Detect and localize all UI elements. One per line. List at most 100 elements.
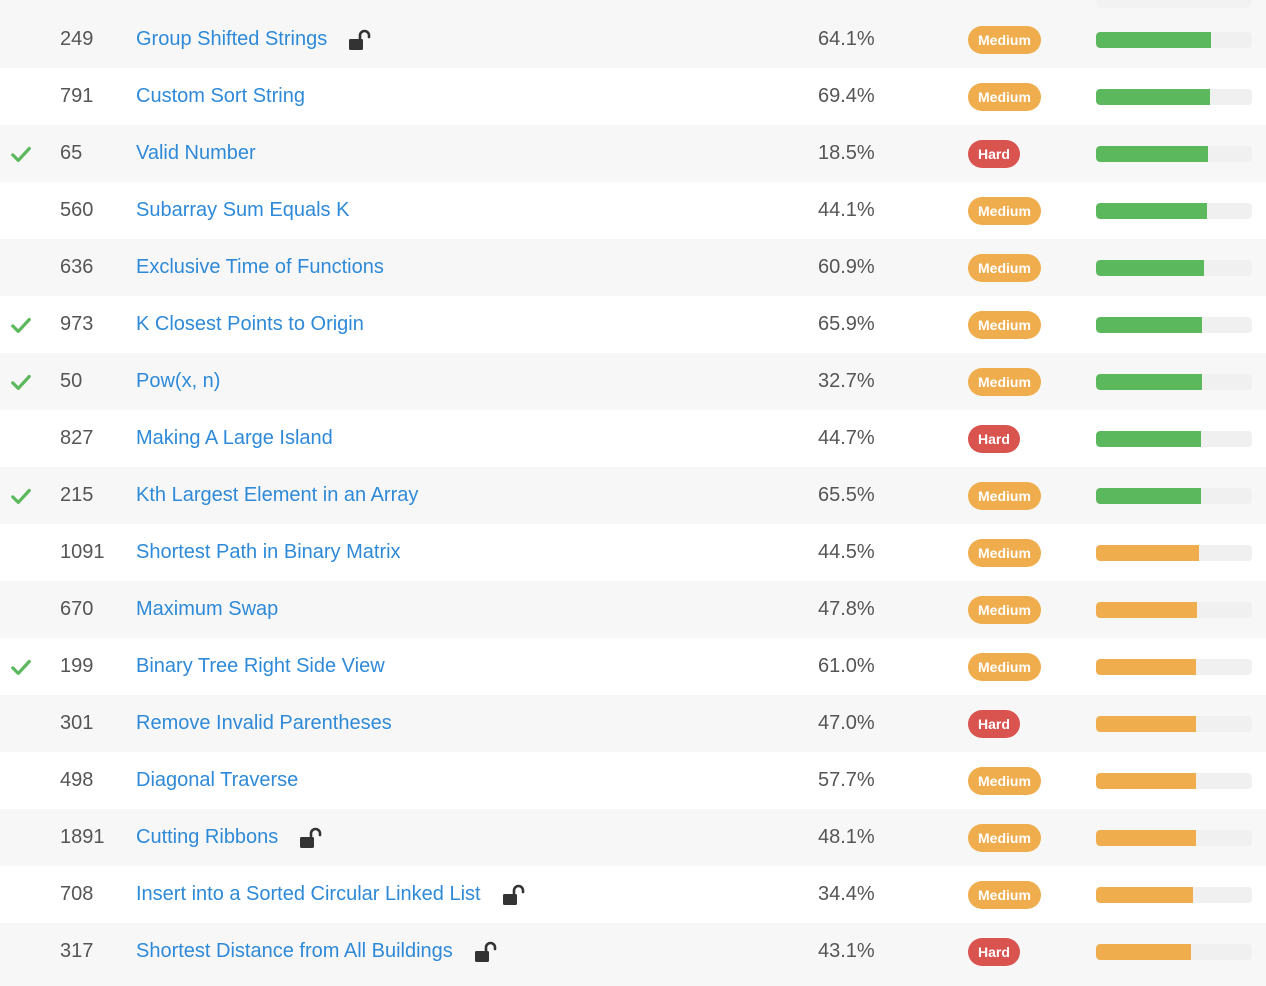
status-cell	[10, 125, 36, 182]
problem-title-link[interactable]: Diagonal Traverse	[136, 769, 298, 792]
frequency-bar-fill	[1096, 943, 1191, 960]
acceptance-rate: 65.9%	[818, 313, 875, 335]
status-cell	[10, 695, 36, 752]
title-cell: Valid Number	[136, 125, 256, 182]
acceptance-rate: 47.0%	[818, 712, 875, 734]
title-cell: Exclusive Time of Functions	[136, 239, 384, 296]
title-cell: Kth Largest Element in an Array	[136, 467, 418, 524]
problem-title-link[interactable]: Group Shifted Strings	[136, 28, 327, 51]
difficulty-cell: Medium	[968, 182, 1041, 239]
frequency-cell	[1096, 695, 1252, 752]
acceptance-rate: 18.5%	[818, 142, 875, 164]
frequency-bar	[1096, 886, 1252, 903]
title-cell: K Closest Points to Origin	[136, 296, 364, 353]
problem-title-link[interactable]: Shortest Distance from All Buildings	[136, 940, 453, 963]
title-cell: Group Shifted Strings	[136, 11, 371, 68]
acceptance-rate: 44.1%	[818, 199, 875, 221]
difficulty-badge: Medium	[968, 880, 1041, 909]
title-cell: Maximum Swap	[136, 581, 278, 638]
frequency-bar-fill	[1096, 487, 1201, 504]
frequency-cell	[1096, 638, 1252, 695]
acceptance-rate: 57.7%	[818, 769, 875, 791]
problem-title-link[interactable]: Subarray Sum Equals K	[136, 199, 349, 222]
acceptance-rate: 34.4%	[818, 883, 875, 905]
frequency-bar	[1096, 487, 1252, 504]
unlock-icon	[474, 941, 497, 962]
frequency-cell	[1096, 467, 1252, 524]
status-cell	[10, 239, 36, 296]
status-cell	[10, 923, 36, 980]
frequency-bar-fill	[1096, 31, 1211, 48]
acceptance-rate: 64.1%	[818, 28, 875, 50]
difficulty-badge: Medium	[968, 766, 1041, 795]
previous-row-frequency-bar	[1096, 0, 1252, 8]
problem-title-link[interactable]: Custom Sort String	[136, 85, 305, 108]
frequency-bar	[1096, 316, 1252, 333]
frequency-bar	[1096, 658, 1252, 675]
difficulty-cell: Medium	[968, 809, 1041, 866]
status-cell	[10, 752, 36, 809]
problem-title-link[interactable]: Valid Number	[136, 142, 256, 165]
difficulty-badge: Medium	[968, 310, 1041, 339]
status-cell	[10, 809, 36, 866]
status-cell	[10, 638, 36, 695]
problem-title-link[interactable]: Exclusive Time of Functions	[136, 256, 384, 279]
checkmark-icon	[11, 659, 31, 675]
problem-id: 50	[60, 370, 83, 392]
difficulty-badge: Hard	[968, 709, 1020, 738]
difficulty-cell: Medium	[968, 467, 1041, 524]
problem-title-link[interactable]: Kth Largest Element in an Array	[136, 484, 418, 507]
next-row-edge	[0, 977, 1266, 986]
frequency-cell	[1096, 923, 1252, 980]
problem-title-link[interactable]: Pow(x, n)	[136, 370, 220, 393]
difficulty-badge: Hard	[968, 139, 1020, 168]
difficulty-badge: Medium	[968, 253, 1041, 282]
frequency-bar	[1096, 202, 1252, 219]
problem-title-link[interactable]: Cutting Ribbons	[136, 826, 278, 849]
table-row: 1091 Shortest Path in Binary Matrix 44.5% M…	[0, 524, 1266, 581]
difficulty-cell: Hard	[968, 125, 1020, 182]
frequency-bar	[1096, 88, 1252, 105]
problem-title-link[interactable]: Shortest Path in Binary Matrix	[136, 541, 401, 564]
frequency-bar	[1096, 31, 1252, 48]
acceptance-rate: 43.1%	[818, 940, 875, 962]
title-cell: Diagonal Traverse	[136, 752, 298, 809]
problem-title-link[interactable]: Making A Large Island	[136, 427, 333, 450]
difficulty-cell: Hard	[968, 923, 1020, 980]
difficulty-cell: Medium	[968, 638, 1041, 695]
difficulty-cell: Medium	[968, 296, 1041, 353]
difficulty-badge: Medium	[968, 196, 1041, 225]
checkmark-icon	[11, 317, 31, 333]
difficulty-cell: Medium	[968, 239, 1041, 296]
table-row: 791 Custom Sort String 69.4% Medium	[0, 68, 1266, 125]
unlock-icon	[300, 827, 322, 848]
frequency-cell	[1096, 581, 1252, 638]
problem-title-link[interactable]: Binary Tree Right Side View	[136, 655, 385, 678]
status-cell	[10, 296, 36, 353]
unlock-icon	[349, 29, 371, 50]
problem-title-link[interactable]: Insert into a Sorted Circular Linked Lis…	[136, 883, 481, 906]
title-cell: Cutting Ribbons	[136, 809, 322, 866]
problem-id: 708	[60, 883, 94, 905]
problem-id: 1891	[60, 826, 105, 848]
frequency-bar	[1096, 430, 1252, 447]
title-cell: Binary Tree Right Side View	[136, 638, 385, 695]
frequency-bar-fill	[1096, 544, 1199, 561]
frequency-cell	[1096, 182, 1252, 239]
frequency-bar	[1096, 259, 1252, 276]
problem-title-link[interactable]: Maximum Swap	[136, 598, 278, 621]
frequency-cell	[1096, 809, 1252, 866]
problem-id: 199	[60, 655, 94, 677]
problem-title-link[interactable]: Remove Invalid Parentheses	[136, 712, 392, 735]
table-row: 50 Pow(x, n) 32.7% Medium	[0, 353, 1266, 410]
table-row: 636 Exclusive Time of Functions 60.9% Mediu…	[0, 239, 1266, 296]
table-row: 498 Diagonal Traverse 57.7% Medium	[0, 752, 1266, 809]
frequency-bar	[1096, 715, 1252, 732]
problem-title-link[interactable]: K Closest Points to Origin	[136, 313, 364, 336]
difficulty-badge: Medium	[968, 367, 1041, 396]
frequency-cell	[1096, 866, 1252, 923]
title-cell: Custom Sort String	[136, 68, 305, 125]
frequency-bar	[1096, 601, 1252, 618]
problem-id: 670	[60, 598, 94, 620]
frequency-bar	[1096, 373, 1252, 390]
